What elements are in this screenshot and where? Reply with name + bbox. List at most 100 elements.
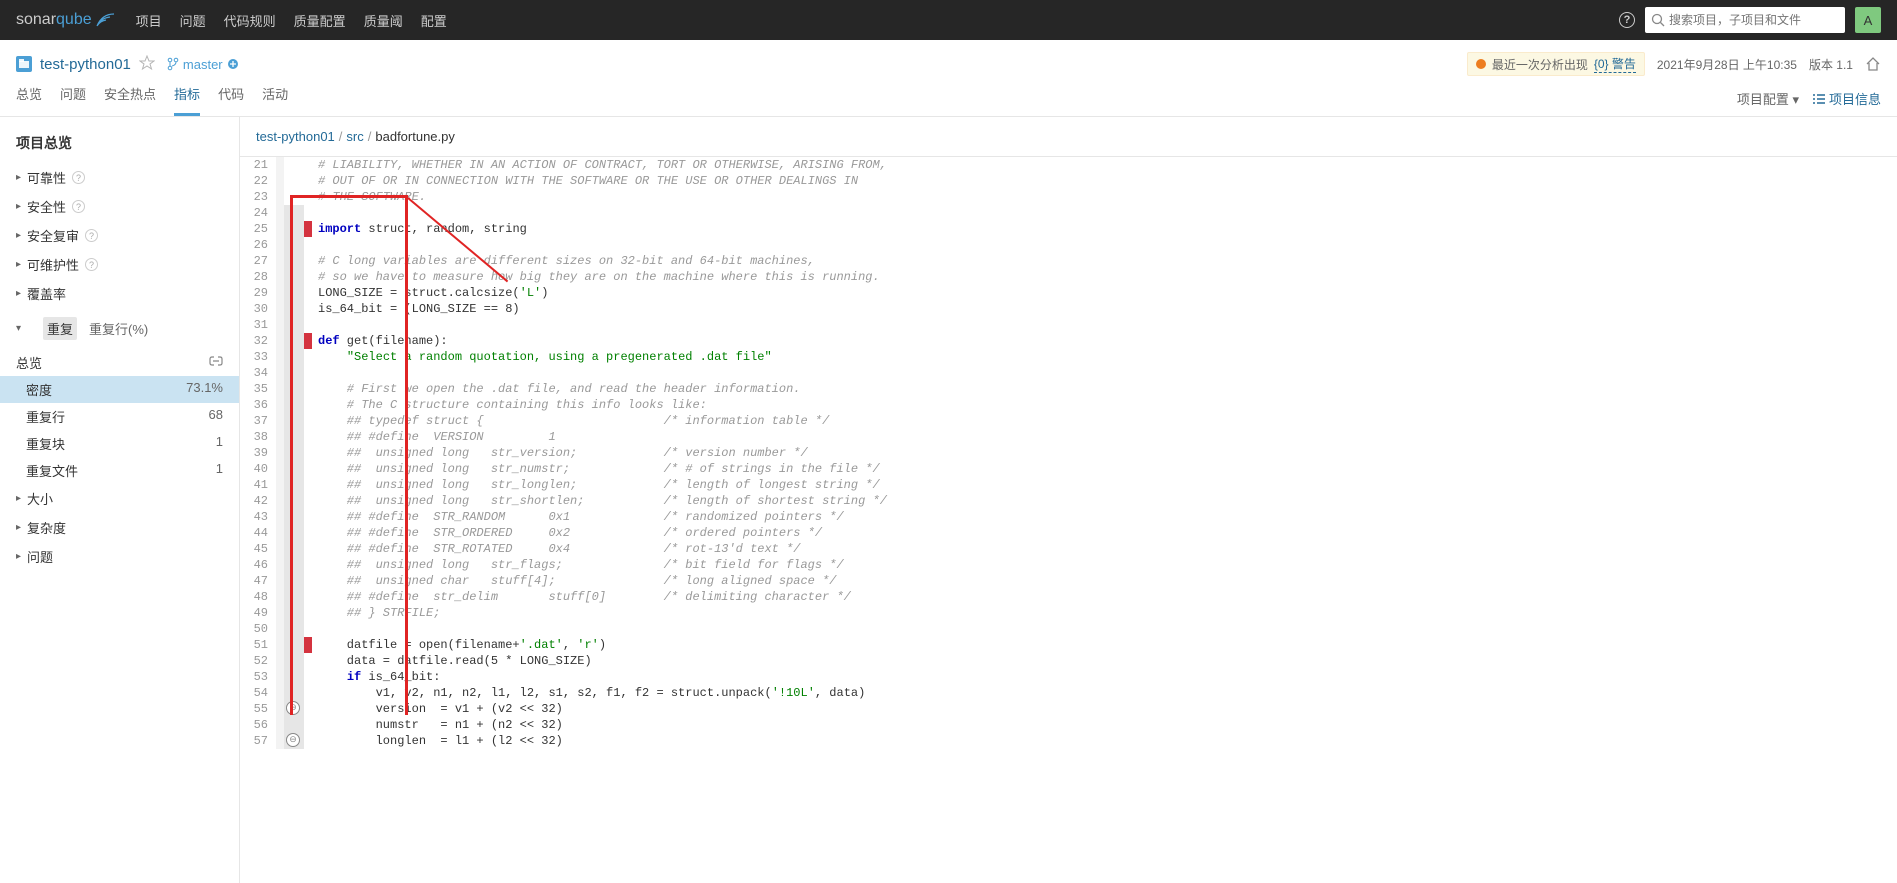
- sidebar-item-label: 安全性: [27, 197, 66, 216]
- sidebar-item[interactable]: ▸复杂度: [0, 513, 239, 542]
- code-line[interactable]: 29LONG_SIZE = struct.calcsize('L'): [240, 285, 1897, 301]
- dup-tab-pct[interactable]: 重复行(%): [85, 317, 152, 340]
- sidebar-item-label: 安全复审: [27, 226, 79, 245]
- sidebar-item[interactable]: ▸可靠性?: [0, 163, 239, 192]
- link-icon[interactable]: [209, 354, 223, 371]
- code-line[interactable]: 49 ## } STRFILE;: [240, 605, 1897, 621]
- help-hint-icon[interactable]: ?: [72, 200, 85, 213]
- dup-overview-label[interactable]: 总览: [16, 353, 42, 372]
- dup-tab-label[interactable]: 重复: [43, 317, 77, 340]
- code-line[interactable]: 39 ## unsigned long str_version; /* vers…: [240, 445, 1897, 461]
- topnav-link[interactable]: 问题: [180, 11, 206, 30]
- topnav-link[interactable]: 项目: [136, 11, 162, 30]
- branch-selector[interactable]: master: [167, 57, 239, 72]
- metric-row[interactable]: 密度73.1%: [0, 376, 239, 403]
- code-line[interactable]: 28# so we have to measure how big they a…: [240, 269, 1897, 285]
- tab-1[interactable]: 问题: [60, 84, 86, 116]
- code-line[interactable]: 32def get(filename):: [240, 333, 1897, 349]
- help-hint-icon[interactable]: ?: [85, 229, 98, 242]
- help-icon[interactable]: ?: [1619, 12, 1635, 28]
- code-line[interactable]: 31: [240, 317, 1897, 333]
- code-line[interactable]: 52 data = datfile.read(5 * LONG_SIZE): [240, 653, 1897, 669]
- code-line[interactable]: 34: [240, 365, 1897, 381]
- line-number: 29: [240, 285, 276, 301]
- search-box[interactable]: [1645, 7, 1845, 33]
- code-viewer[interactable]: 21# LIABILITY, WHETHER IN AN ACTION OF C…: [240, 156, 1897, 883]
- code-line[interactable]: 43 ## #define STR_RANDOM 0x1 /* randomiz…: [240, 509, 1897, 525]
- metric-value: 73.1%: [186, 380, 223, 399]
- sidebar-item[interactable]: ▸大小: [0, 484, 239, 513]
- breadcrumb-project[interactable]: test-python01: [256, 129, 335, 144]
- code-line[interactable]: 30is_64_bit = (LONG_SIZE == 8): [240, 301, 1897, 317]
- code-line[interactable]: 36 # The C structure containing this inf…: [240, 397, 1897, 413]
- sidebar-item[interactable]: ▸可维护性?: [0, 250, 239, 279]
- issue-icon[interactable]: ⊖: [286, 733, 300, 747]
- sidebar-item-duplication[interactable]: ▾ 重复 重复行(%): [0, 308, 239, 349]
- code-line[interactable]: 35 # First we open the .dat file, and re…: [240, 381, 1897, 397]
- sidebar-item[interactable]: ▸覆盖率: [0, 279, 239, 308]
- code-line[interactable]: 44 ## #define STR_ORDERED 0x2 /* ordered…: [240, 525, 1897, 541]
- code-line[interactable]: 57⊖ longlen = l1 + (l2 << 32): [240, 733, 1897, 749]
- search-input[interactable]: [1669, 13, 1839, 27]
- issue-marker: [304, 461, 312, 477]
- sidebar-item[interactable]: ▸安全性?: [0, 192, 239, 221]
- topnav-link[interactable]: 质量配置: [294, 11, 346, 30]
- issue-icon[interactable]: ⊖: [286, 701, 300, 715]
- analysis-warning-badge[interactable]: 最近一次分析出现 {0} 警告: [1467, 52, 1645, 76]
- code-line[interactable]: 46 ## unsigned long str_flags; /* bit fi…: [240, 557, 1897, 573]
- tab-3[interactable]: 指标: [174, 84, 200, 116]
- user-avatar[interactable]: A: [1855, 7, 1881, 33]
- issue-marker: [304, 653, 312, 669]
- topnav-link[interactable]: 质量阈: [364, 11, 403, 30]
- help-hint-icon[interactable]: ?: [85, 258, 98, 271]
- code-content: test-python01/src/badfortune.py 21# LIAB…: [240, 117, 1897, 883]
- code-line[interactable]: 48 ## #define str_delim stuff[0] /* deli…: [240, 589, 1897, 605]
- code-line[interactable]: 21# LIABILITY, WHETHER IN AN ACTION OF C…: [240, 157, 1897, 173]
- code-line[interactable]: 45 ## #define STR_ROTATED 0x4 /* rot-13'…: [240, 541, 1897, 557]
- help-hint-icon[interactable]: ?: [72, 171, 85, 184]
- metric-row[interactable]: 重复文件1: [0, 457, 239, 484]
- gutter: [276, 637, 284, 653]
- tab-4[interactable]: 代码: [218, 84, 244, 116]
- metric-row[interactable]: 重复行68: [0, 403, 239, 430]
- metric-row[interactable]: 重复块1: [0, 430, 239, 457]
- code-line[interactable]: 47 ## unsigned char stuff[4]; /* long al…: [240, 573, 1897, 589]
- sidebar-item[interactable]: ▸问题: [0, 542, 239, 571]
- code-line[interactable]: 51 datfile = open(filename+'.dat', 'r'): [240, 637, 1897, 653]
- sidebar-item[interactable]: ▸安全复审?: [0, 221, 239, 250]
- breadcrumb-folder[interactable]: src: [346, 129, 363, 144]
- code-line[interactable]: 53 if is_64_bit:: [240, 669, 1897, 685]
- code-text: def get(filename):: [312, 333, 1897, 349]
- code-line[interactable]: 55⊖ version = v1 + (v2 << 32): [240, 701, 1897, 717]
- topnav-link[interactable]: 代码规则: [224, 11, 276, 30]
- code-line[interactable]: 25import struct, random, string: [240, 221, 1897, 237]
- code-line[interactable]: 50: [240, 621, 1897, 637]
- code-line[interactable]: 38 ## #define VERSION 1: [240, 429, 1897, 445]
- warning-link[interactable]: {0} 警告: [1594, 55, 1636, 73]
- code-line[interactable]: 42 ## unsigned long str_shortlen; /* len…: [240, 493, 1897, 509]
- home-icon[interactable]: [1865, 56, 1881, 72]
- favorite-star-icon[interactable]: [139, 55, 155, 74]
- tab-2[interactable]: 安全热点: [104, 84, 156, 116]
- tab-0[interactable]: 总览: [16, 84, 42, 116]
- code-line[interactable]: 56 numstr = n1 + (n2 << 32): [240, 717, 1897, 733]
- code-line[interactable]: 37 ## typedef struct { /* information ta…: [240, 413, 1897, 429]
- code-line[interactable]: 22# OUT OF OR IN CONNECTION WITH THE SOF…: [240, 173, 1897, 189]
- code-line[interactable]: 23# THE SOFTWARE.: [240, 189, 1897, 205]
- code-line[interactable]: 40 ## unsigned long str_numstr; /* # of …: [240, 461, 1897, 477]
- code-line[interactable]: 26: [240, 237, 1897, 253]
- project-info-link[interactable]: 项目信息: [1813, 89, 1881, 108]
- project-config-dropdown[interactable]: 项目配置 ▾: [1737, 89, 1799, 108]
- code-line[interactable]: 54 v1, v2, n1, n2, l1, l2, s1, s2, f1, f…: [240, 685, 1897, 701]
- code-line[interactable]: 33 "Select a random quotation, using a p…: [240, 349, 1897, 365]
- code-line[interactable]: 41 ## unsigned long str_longlen; /* leng…: [240, 477, 1897, 493]
- brand-logo[interactable]: sonarqube: [16, 11, 116, 29]
- project-name[interactable]: test-python01: [40, 56, 131, 73]
- tab-5[interactable]: 活动: [262, 84, 288, 116]
- code-line[interactable]: 24: [240, 205, 1897, 221]
- topnav-link[interactable]: 配置: [421, 11, 447, 30]
- add-branch-icon[interactable]: [227, 58, 239, 70]
- code-text: import struct, random, string: [312, 221, 1897, 237]
- code-line[interactable]: 27# C long variables are different sizes…: [240, 253, 1897, 269]
- gutter: [276, 349, 284, 365]
